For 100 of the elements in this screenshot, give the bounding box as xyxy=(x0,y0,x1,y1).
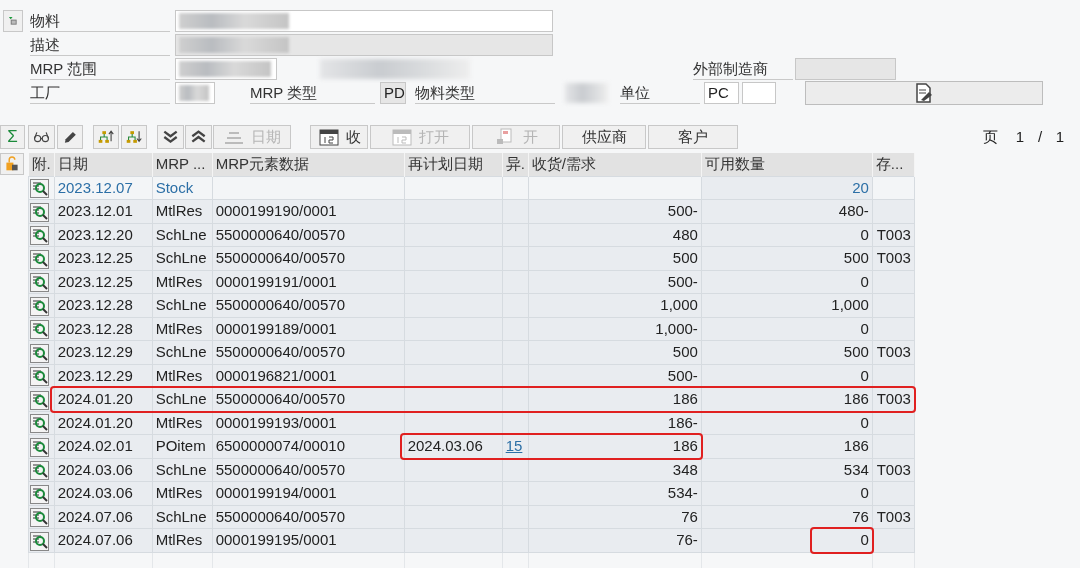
field-label: MRP 范围 xyxy=(30,58,170,80)
column-header[interactable]: 异. xyxy=(502,153,529,176)
detail-icon[interactable] xyxy=(30,508,49,528)
date: 2024.03.06 xyxy=(57,484,133,501)
input-field[interactable]: PC xyxy=(704,82,739,104)
input-field[interactable] xyxy=(175,58,277,80)
receipt-requirement: 480 xyxy=(672,225,698,243)
mrp-element: SchLne xyxy=(155,343,207,360)
date: 2023.12.25 xyxy=(57,272,133,290)
column-header[interactable]: 可用数量 xyxy=(701,153,873,176)
element-data: 0000199195/0001 xyxy=(215,531,337,548)
available-qty: 1,000 xyxy=(831,296,869,313)
available-qty: 0 xyxy=(860,319,869,337)
element-data: 5500000640/00570 xyxy=(215,507,345,525)
attachment-icon-button[interactable] xyxy=(0,153,24,175)
input-field[interactable] xyxy=(175,82,215,104)
column-header[interactable]: 收货/需求 xyxy=(528,153,702,176)
date: 2024.07.06 xyxy=(57,531,133,548)
filter-button[interactable] xyxy=(3,10,23,32)
detail-icon[interactable] xyxy=(30,484,49,504)
date: 2024.01.20 xyxy=(57,413,133,431)
page-label: 页 xyxy=(981,126,999,147)
glasses-button[interactable] xyxy=(28,125,55,149)
receipt-requirement: 500- xyxy=(667,202,698,219)
receipt-requirement: 76- xyxy=(676,531,698,548)
input-field[interactable] xyxy=(175,34,553,56)
mrp-element: MtlRes xyxy=(155,484,203,501)
mrp-element: SchLne xyxy=(155,249,207,266)
mrp-element: SchLne xyxy=(155,296,207,313)
detail-icon[interactable] xyxy=(30,367,49,387)
pencil-button[interactable] xyxy=(57,125,83,149)
tree-up-button[interactable] xyxy=(93,125,119,149)
detail-icon[interactable] xyxy=(30,202,49,222)
detail-icon[interactable] xyxy=(30,343,49,363)
input-field[interactable]: PD xyxy=(380,82,406,104)
element-data: 0000199189/0001 xyxy=(215,319,337,337)
field-label: 描述 xyxy=(30,34,170,56)
detail-icon[interactable] xyxy=(30,249,49,269)
detail-icon[interactable] xyxy=(30,273,49,293)
chevrons-down-button[interactable] xyxy=(157,125,184,149)
date: 2023.12.01 xyxy=(57,202,133,219)
element-data: 5500000640/00570 xyxy=(215,390,345,407)
detail-icon[interactable] xyxy=(30,320,49,340)
column-header[interactable]: 附. xyxy=(28,153,55,176)
element-data: 0000199191/0001 xyxy=(215,272,337,290)
detail-icon[interactable] xyxy=(30,390,49,410)
element-data: 6500000074/00010 xyxy=(215,437,345,454)
available-qty: 0 xyxy=(860,413,869,431)
edit-document-icon xyxy=(913,83,935,103)
date: 2024.07.06 xyxy=(57,507,133,525)
element-data: 0000199190/0001 xyxy=(215,202,337,219)
receipt-requirement: 348 xyxy=(672,460,698,478)
available-qty: 480- xyxy=(838,202,869,219)
date: 2023.12.28 xyxy=(57,296,133,313)
detail-icon[interactable] xyxy=(30,531,49,551)
column-header[interactable]: MRP ... xyxy=(152,153,213,176)
column-header[interactable]: 再计划日期 xyxy=(404,153,503,176)
available-qty: 0 xyxy=(860,272,869,290)
receipt-requirement: 500 xyxy=(672,249,698,266)
element-data: 5500000640/00570 xyxy=(215,343,345,360)
element-data: 5500000640/00570 xyxy=(215,296,345,313)
page-count: 1 xyxy=(1054,126,1066,147)
element-data: 0000199193/0001 xyxy=(215,413,337,431)
field-label: 外部制造商 xyxy=(693,58,793,80)
calendar-icon xyxy=(391,127,413,147)
receipt-requirement: 1,000 xyxy=(660,296,698,313)
receipt-requirement: 186 xyxy=(672,390,698,407)
chevrons-up-button[interactable] xyxy=(185,125,212,149)
receipt-requirement: 186 xyxy=(672,437,698,454)
toolbar-button[interactable]: 供应商 xyxy=(562,125,646,149)
document-button[interactable] xyxy=(805,81,1043,105)
detail-icon[interactable] xyxy=(30,179,49,199)
element-data: 0000199194/0001 xyxy=(215,484,337,501)
column-header[interactable]: 日期 xyxy=(54,153,153,176)
detail-icon[interactable] xyxy=(30,226,49,246)
mrp-element: SchLne xyxy=(155,390,207,407)
available-qty: 0 xyxy=(860,366,869,384)
date: 2023.12.28 xyxy=(57,319,133,337)
column-header[interactable]: 存... xyxy=(872,153,915,176)
input-field[interactable] xyxy=(742,82,776,104)
detail-icon[interactable] xyxy=(30,414,49,434)
detail-icon[interactable] xyxy=(30,461,49,481)
input-field[interactable] xyxy=(795,58,896,80)
tree-down-button[interactable] xyxy=(121,125,147,149)
detail-icon[interactable] xyxy=(30,437,49,457)
sum-button[interactable]: Σ xyxy=(0,125,25,149)
toolbar-button[interactable]: 收 xyxy=(310,125,368,149)
column-header[interactable]: MRP元素数据 xyxy=(212,153,405,176)
receipt-requirement: 500 xyxy=(672,343,698,360)
available-qty: 534 xyxy=(843,460,869,478)
available-qty: 500 xyxy=(843,343,869,360)
field-label: 物料 xyxy=(30,10,170,32)
element-data: 5500000640/00570 xyxy=(215,249,345,266)
storage-location: T003 xyxy=(876,390,911,407)
available-qty: 0 xyxy=(860,225,869,243)
input-field[interactable] xyxy=(175,10,553,32)
detail-icon[interactable] xyxy=(30,296,49,316)
mrp-element: SchLne xyxy=(155,225,207,243)
toolbar-button[interactable]: 客户 xyxy=(648,125,738,149)
receipt-requirement: 534- xyxy=(667,484,698,501)
